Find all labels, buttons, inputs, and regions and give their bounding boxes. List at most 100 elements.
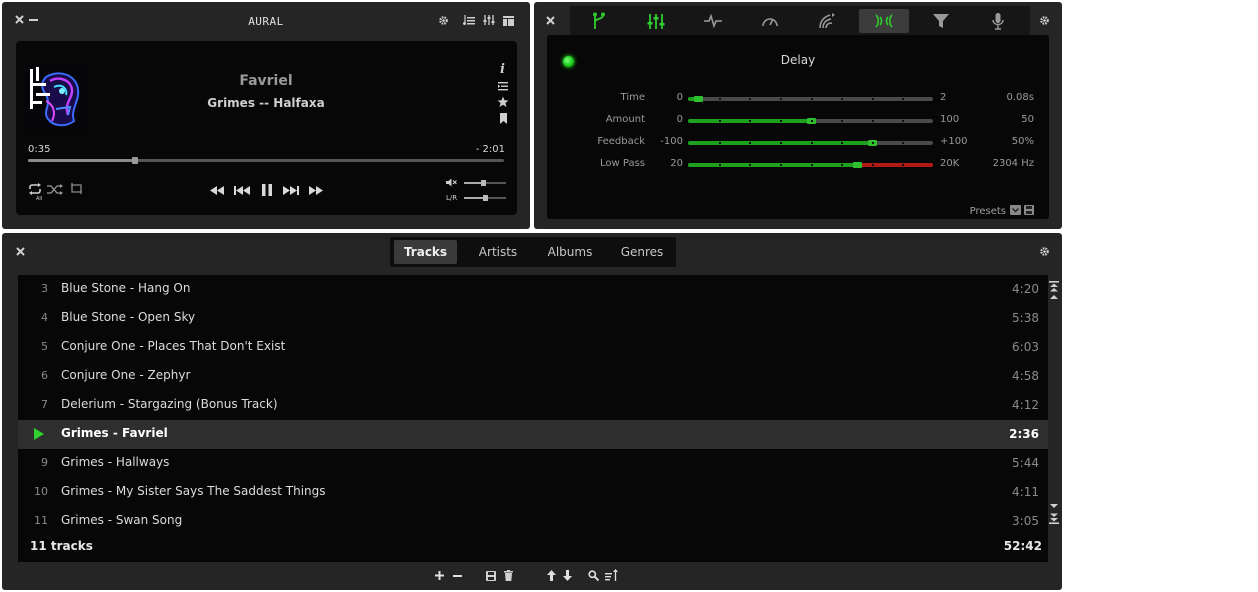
volume-icon[interactable] — [446, 178, 457, 187]
tab-audio-units[interactable] — [973, 9, 1023, 33]
close-icon[interactable] — [546, 16, 555, 25]
total-duration: 52:42 — [1003, 539, 1042, 553]
tab-artists[interactable]: Artists — [466, 240, 530, 264]
track-name: Grimes - My Sister Says The Saddest Thin… — [61, 484, 326, 498]
pause-icon[interactable] — [262, 184, 272, 196]
param-slider[interactable] — [688, 118, 933, 124]
add-icon[interactable] — [435, 571, 444, 580]
scroll-up-icon[interactable] — [1049, 294, 1059, 299]
tab-albums[interactable]: Albums — [538, 240, 602, 264]
param-cut-region — [857, 163, 933, 167]
table-row[interactable]: 7 Delerium - Stargazing (Bonus Track) 4:… — [18, 391, 1048, 420]
slider-tick — [872, 142, 874, 144]
tab-reverb[interactable] — [802, 9, 852, 33]
track-list[interactable]: 3 Blue Stone - Hang On 4:20 4 Blue Stone… — [18, 275, 1048, 562]
save-preset-icon[interactable] — [1024, 205, 1034, 215]
star-icon[interactable] — [497, 96, 509, 108]
param-slider[interactable] — [688, 96, 933, 102]
queue-icon[interactable] — [498, 82, 508, 91]
table-row-playing[interactable]: Grimes - Favriel 2:36 — [18, 420, 1048, 449]
delay-unit-panel: Delay Time 0 2 0.08s Amount 0 100 50 Fee… — [547, 35, 1049, 219]
fast-forward-icon[interactable] — [309, 186, 323, 195]
table-row[interactable]: 3 Blue Stone - Hang On 4:20 — [18, 275, 1048, 304]
search-icon[interactable] — [588, 570, 599, 581]
scroll-down-icon[interactable] — [1049, 504, 1059, 509]
rewind-icon[interactable] — [210, 186, 224, 195]
track-name: Blue Stone - Hang On — [61, 281, 191, 295]
balance-fill — [464, 197, 485, 199]
table-row[interactable]: 10 Grimes - My Sister Says The Saddest T… — [18, 478, 1048, 507]
volume-slider[interactable] — [464, 180, 506, 186]
scroll-bottom-icon[interactable] — [1049, 513, 1059, 524]
slider-tick — [902, 98, 904, 100]
track-number: 11 — [34, 514, 48, 527]
table-row[interactable]: 5 Conjure One - Places That Don't Exist … — [18, 333, 1048, 362]
track-count: 11 tracks — [30, 539, 93, 553]
tab-eq[interactable] — [631, 9, 681, 33]
equalizer-icon[interactable] — [483, 14, 495, 26]
seek-slider[interactable] — [28, 157, 504, 164]
bookmark-icon[interactable] — [500, 113, 507, 124]
tab-filter[interactable] — [916, 9, 966, 33]
layout-icon[interactable] — [503, 16, 514, 26]
table-row[interactable]: 6 Conjure One - Zephyr 4:58 — [18, 362, 1048, 391]
track-duration: 5:38 — [1012, 311, 1039, 325]
playlist-icon[interactable] — [463, 15, 475, 26]
track-name: Conjure One - Zephyr — [61, 368, 191, 382]
slider-tick — [780, 98, 782, 100]
tab-tracks[interactable]: Tracks — [394, 240, 457, 264]
tab-pitch[interactable] — [688, 9, 738, 33]
gear-icon[interactable] — [1039, 15, 1050, 26]
trash-icon[interactable] — [504, 570, 513, 581]
track-number: 10 — [34, 485, 48, 498]
master-icon — [593, 12, 605, 29]
sort-icon[interactable] — [605, 569, 619, 581]
slider-tick — [749, 98, 751, 100]
tab-delay[interactable] — [859, 9, 909, 33]
track-duration: 5:44 — [1012, 456, 1039, 470]
next-icon[interactable] — [283, 186, 299, 195]
tab-master[interactable] — [574, 9, 624, 33]
playlist-tab-bar: Tracks Artists Albums Genres — [390, 237, 676, 267]
info-icon[interactable]: i — [500, 63, 505, 76]
repeat-all-badge: All — [36, 196, 43, 202]
move-down-icon[interactable] — [563, 570, 572, 581]
param-row-time: Time 0 2 0.08s — [547, 92, 1049, 106]
track-duration: 2:36 — [1009, 427, 1039, 441]
slider-tick — [872, 120, 874, 122]
tab-genres[interactable]: Genres — [610, 240, 674, 264]
param-slider[interactable] — [688, 140, 933, 146]
slider-tick — [749, 164, 751, 166]
param-slider[interactable] — [688, 162, 933, 168]
volume-knob[interactable] — [481, 180, 486, 186]
shuffle-icon[interactable] — [47, 184, 63, 195]
close-icon[interactable] — [16, 247, 25, 256]
track-name: Blue Stone - Open Sky — [61, 310, 196, 324]
track-name: Conjure One - Places That Don't Exist — [61, 339, 286, 353]
remaining-time[interactable]: - 2:01 — [476, 144, 505, 155]
param-knob[interactable] — [853, 162, 862, 168]
playlist-window: Tracks Artists Albums Genres 3 Blue Ston… — [2, 233, 1062, 590]
table-row[interactable]: 9 Grimes - Hallways 5:44 — [18, 449, 1048, 478]
tab-time[interactable] — [745, 9, 795, 33]
table-row[interactable]: 4 Blue Stone - Open Sky 5:38 — [18, 304, 1048, 333]
repeat-icon[interactable] — [28, 183, 42, 195]
balance-knob[interactable] — [483, 195, 488, 201]
gear-icon[interactable] — [1039, 246, 1050, 257]
filter-icon — [933, 14, 949, 28]
move-up-icon[interactable] — [547, 570, 556, 581]
audio-units-icon — [992, 12, 1004, 30]
gear-icon[interactable] — [438, 15, 449, 26]
table-row[interactable]: 11 Grimes - Swan Song 3:05 — [18, 507, 1048, 536]
slider-tick — [780, 120, 782, 122]
track-duration: 4:11 — [1012, 485, 1039, 499]
load-preset-icon[interactable] — [1010, 205, 1021, 215]
previous-icon[interactable] — [234, 186, 250, 195]
remove-icon[interactable] — [453, 575, 462, 577]
balance-slider[interactable] — [464, 195, 506, 201]
seek-knob[interactable] — [132, 157, 138, 164]
save-icon[interactable] — [486, 571, 496, 581]
scroll-top-icon[interactable] — [1049, 281, 1059, 292]
ab-loop-icon[interactable] — [69, 183, 84, 195]
param-knob[interactable] — [694, 96, 703, 102]
